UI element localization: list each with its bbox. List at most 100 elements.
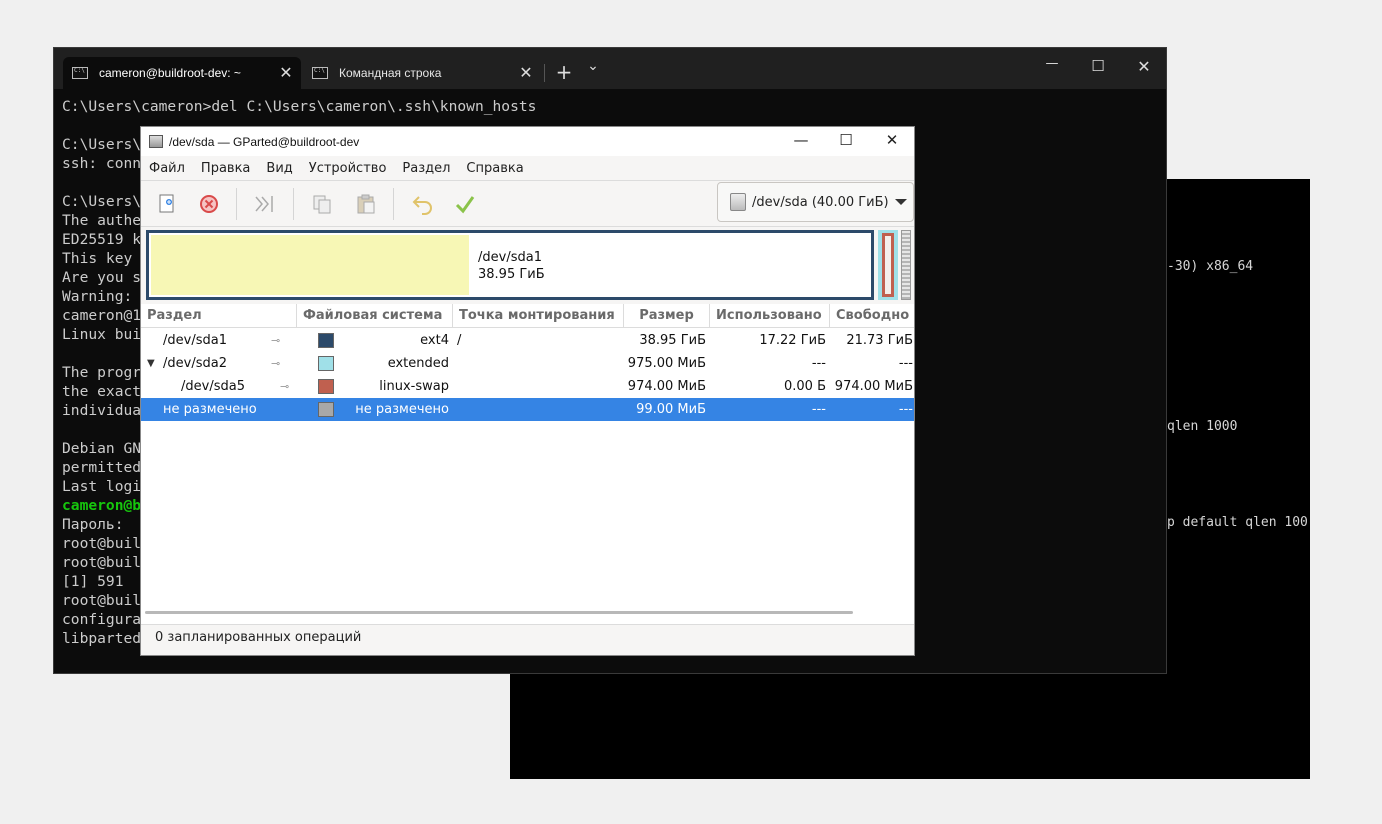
toolbar-separator <box>393 188 394 220</box>
graph-unallocated[interactable] <box>901 230 911 300</box>
console-line: p default qlen 100 <box>1167 515 1308 530</box>
maximize-button[interactable]: ☐ <box>831 131 861 149</box>
column-header-filesystem[interactable]: Файловая система <box>297 304 453 328</box>
paste-button[interactable] <box>352 191 380 217</box>
menu-device[interactable]: Устройство <box>309 161 387 176</box>
close-window-button[interactable]: ✕ <box>877 131 907 149</box>
console-line: -30) x86_64 <box>1167 259 1254 274</box>
console-icon <box>72 67 88 79</box>
cell-size: 974.00 МиБ <box>627 379 706 394</box>
cell-size: 38.95 ГиБ <box>639 333 706 348</box>
partition-table: Раздел Файловая система Точка монтирован… <box>141 304 914 624</box>
console-line: qlen 1000 <box>1167 419 1238 434</box>
cell-free: --- <box>898 402 913 417</box>
window-title: /dev/sda — GParted@buildroot-dev <box>169 134 360 149</box>
column-header-used[interactable]: Использовано <box>710 304 830 328</box>
minimize-button[interactable]: — <box>1040 56 1064 71</box>
tab-cameron-ssh[interactable]: cameron@buildroot-dev: ~ ✕ <box>63 57 301 89</box>
menu-edit[interactable]: Правка <box>201 161 250 176</box>
resize-move-icon <box>255 196 273 212</box>
horizontal-scrollbar[interactable] <box>145 611 853 614</box>
new-tab-button[interactable]: + <box>552 60 576 84</box>
filesystem-color-swatch <box>318 402 334 417</box>
delete-partition-button[interactable] <box>195 191 223 217</box>
cell-filesystem: extended <box>387 356 449 371</box>
terminal-line: C:\Users\cameron>del C:\Users\cameron\.s… <box>62 98 537 115</box>
graph-partition-label: /dev/sda1 38.95 ГиБ <box>478 249 545 283</box>
graph-partition-size: 38.95 ГиБ <box>478 267 545 282</box>
maximize-button[interactable]: ☐ <box>1086 57 1110 75</box>
graph-partition-sda1[interactable]: /dev/sda1 38.95 ГиБ <box>146 230 874 300</box>
hard-disk-icon <box>730 193 746 211</box>
close-tab-icon[interactable]: ✕ <box>511 63 541 83</box>
cell-filesystem: не размечено <box>355 402 449 417</box>
cell-free: --- <box>898 356 913 371</box>
key-icon: ⊸ <box>271 334 281 347</box>
cell-used: 0.00 Б <box>784 379 826 394</box>
cell-mountpoint: / <box>457 333 462 348</box>
undo-button[interactable] <box>409 191 437 217</box>
graph-partition-sda5[interactable] <box>882 233 894 297</box>
cell-free: 974.00 МиБ <box>834 379 913 394</box>
minimize-button[interactable]: — <box>786 131 816 149</box>
resize-move-button[interactable] <box>251 191 279 217</box>
key-icon: ⊸ <box>280 380 290 393</box>
new-document-icon <box>159 194 174 213</box>
tab-label: cameron@buildroot-dev: ~ <box>99 66 241 80</box>
menu-view[interactable]: Вид <box>266 161 292 176</box>
column-header-mountpoint[interactable]: Точка монтирования <box>453 304 624 328</box>
table-row[interactable]: /dev/sda5 ⊸ linux-swap 974.00 МиБ 0.00 Б 974.… <box>141 375 914 398</box>
cell-partition: /dev/sda2 <box>163 356 227 371</box>
filesystem-color-swatch <box>318 379 334 394</box>
gparted-app-icon <box>149 135 163 148</box>
toolbar-separator <box>293 188 294 220</box>
cell-partition: не размечено <box>163 402 257 417</box>
cell-filesystem: linux-swap <box>379 379 449 394</box>
cell-size: 99.00 МиБ <box>636 402 706 417</box>
device-selector[interactable]: /dev/sda (40.00 ГиБ) <box>717 182 914 222</box>
cell-used: --- <box>811 402 826 417</box>
apply-button[interactable] <box>451 191 479 217</box>
table-row[interactable]: ▼ /dev/sda2 ⊸ extended 975.00 МиБ --- --- <box>141 352 914 375</box>
tab-command-prompt[interactable]: Командная строка ✕ <box>303 57 541 89</box>
gparted-titlebar: /dev/sda — GParted@buildroot-dev — ☐ ✕ <box>141 127 914 156</box>
terminal-titlebar: cameron@buildroot-dev: ~ ✕ Командная стр… <box>54 48 1166 89</box>
toolbar-separator <box>236 188 237 220</box>
tab-dropdown-button[interactable]: ⌄ <box>581 58 605 74</box>
table-row[interactable]: /dev/sda1 ⊸ ext4 / 38.95 ГиБ 17.22 ГиБ 21.73 Г… <box>141 329 914 352</box>
copy-button[interactable] <box>308 191 336 217</box>
device-selector-label: /dev/sda (40.00 ГиБ) <box>752 194 889 210</box>
menu-partition[interactable]: Раздел <box>402 161 450 176</box>
menu-bar: Файл Правка Вид Устройство Раздел Справк… <box>141 156 914 181</box>
status-bar: 0 запланированных операций <box>141 624 914 655</box>
filesystem-color-swatch <box>318 356 334 371</box>
key-icon: ⊸ <box>271 357 281 370</box>
chevron-down-icon <box>894 199 907 205</box>
column-header-free[interactable]: Свободно <box>830 304 914 328</box>
copy-icon <box>313 195 331 214</box>
column-header-partition[interactable]: Раздел <box>141 304 297 328</box>
new-partition-button[interactable] <box>153 191 181 217</box>
cell-used: --- <box>811 356 826 371</box>
cell-partition: /dev/sda5 <box>181 379 245 394</box>
graph-partition-name: /dev/sda1 <box>478 250 542 265</box>
tab-label: Командная строка <box>339 66 442 80</box>
checkmark-icon <box>455 196 475 214</box>
cell-filesystem: ext4 <box>420 333 449 348</box>
column-header-size[interactable]: Размер <box>624 304 710 328</box>
disk-graph: /dev/sda1 38.95 ГиБ <box>146 230 911 300</box>
delete-icon <box>200 195 218 213</box>
gparted-window: /dev/sda — GParted@buildroot-dev — ☐ ✕ Ф… <box>140 126 915 656</box>
cell-free: 21.73 ГиБ <box>846 333 913 348</box>
menu-file[interactable]: Файл <box>149 161 185 176</box>
cell-size: 975.00 МиБ <box>627 356 706 371</box>
console-icon <box>312 67 328 79</box>
close-window-button[interactable]: ✕ <box>1132 57 1156 76</box>
cell-used: 17.22 ГиБ <box>759 333 826 348</box>
tab-divider <box>544 64 545 82</box>
table-row[interactable]: не размечено не размечено 99.00 МиБ --- --- <box>141 398 914 421</box>
menu-help[interactable]: Справка <box>466 161 523 176</box>
undo-icon <box>412 196 432 215</box>
toolbar: /dev/sda (40.00 ГиБ) <box>141 182 914 227</box>
close-tab-icon[interactable]: ✕ <box>271 63 301 83</box>
